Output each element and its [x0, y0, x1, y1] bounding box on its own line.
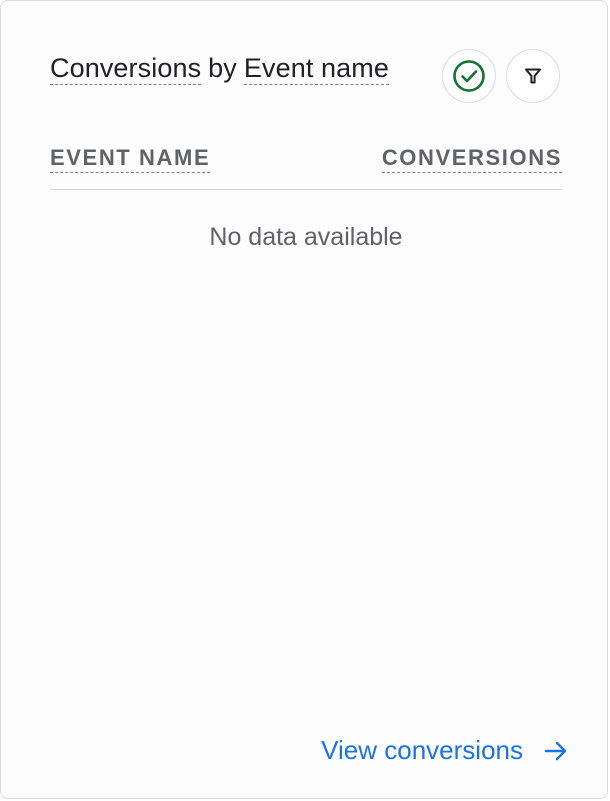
check-circle-icon: [452, 59, 486, 93]
empty-state-message: No data available: [209, 223, 403, 251]
comparison-status-button[interactable]: [442, 49, 496, 103]
dimension-selector[interactable]: Event name: [243, 53, 389, 85]
card-header: Conversions by Event name: [50, 49, 562, 105]
filter-button[interactable]: [506, 49, 560, 103]
metric-selector[interactable]: Conversions: [50, 53, 202, 85]
card-title: Conversions by Event name: [50, 53, 389, 85]
view-conversions-label: View conversions: [321, 735, 523, 765]
arrow-right-icon: [543, 738, 569, 764]
filter-icon: [523, 66, 543, 86]
table-header: EVENT NAME CONVERSIONS: [50, 143, 562, 190]
conversions-card: Conversions by Event name EVENT NAME CONVE…: [0, 0, 608, 799]
column-header-conversions[interactable]: CONVERSIONS: [381, 145, 562, 173]
title-joiner: by: [208, 53, 237, 83]
column-header-event-name[interactable]: EVENT NAME: [50, 145, 211, 173]
view-conversions-link[interactable]: View conversions: [321, 735, 569, 766]
